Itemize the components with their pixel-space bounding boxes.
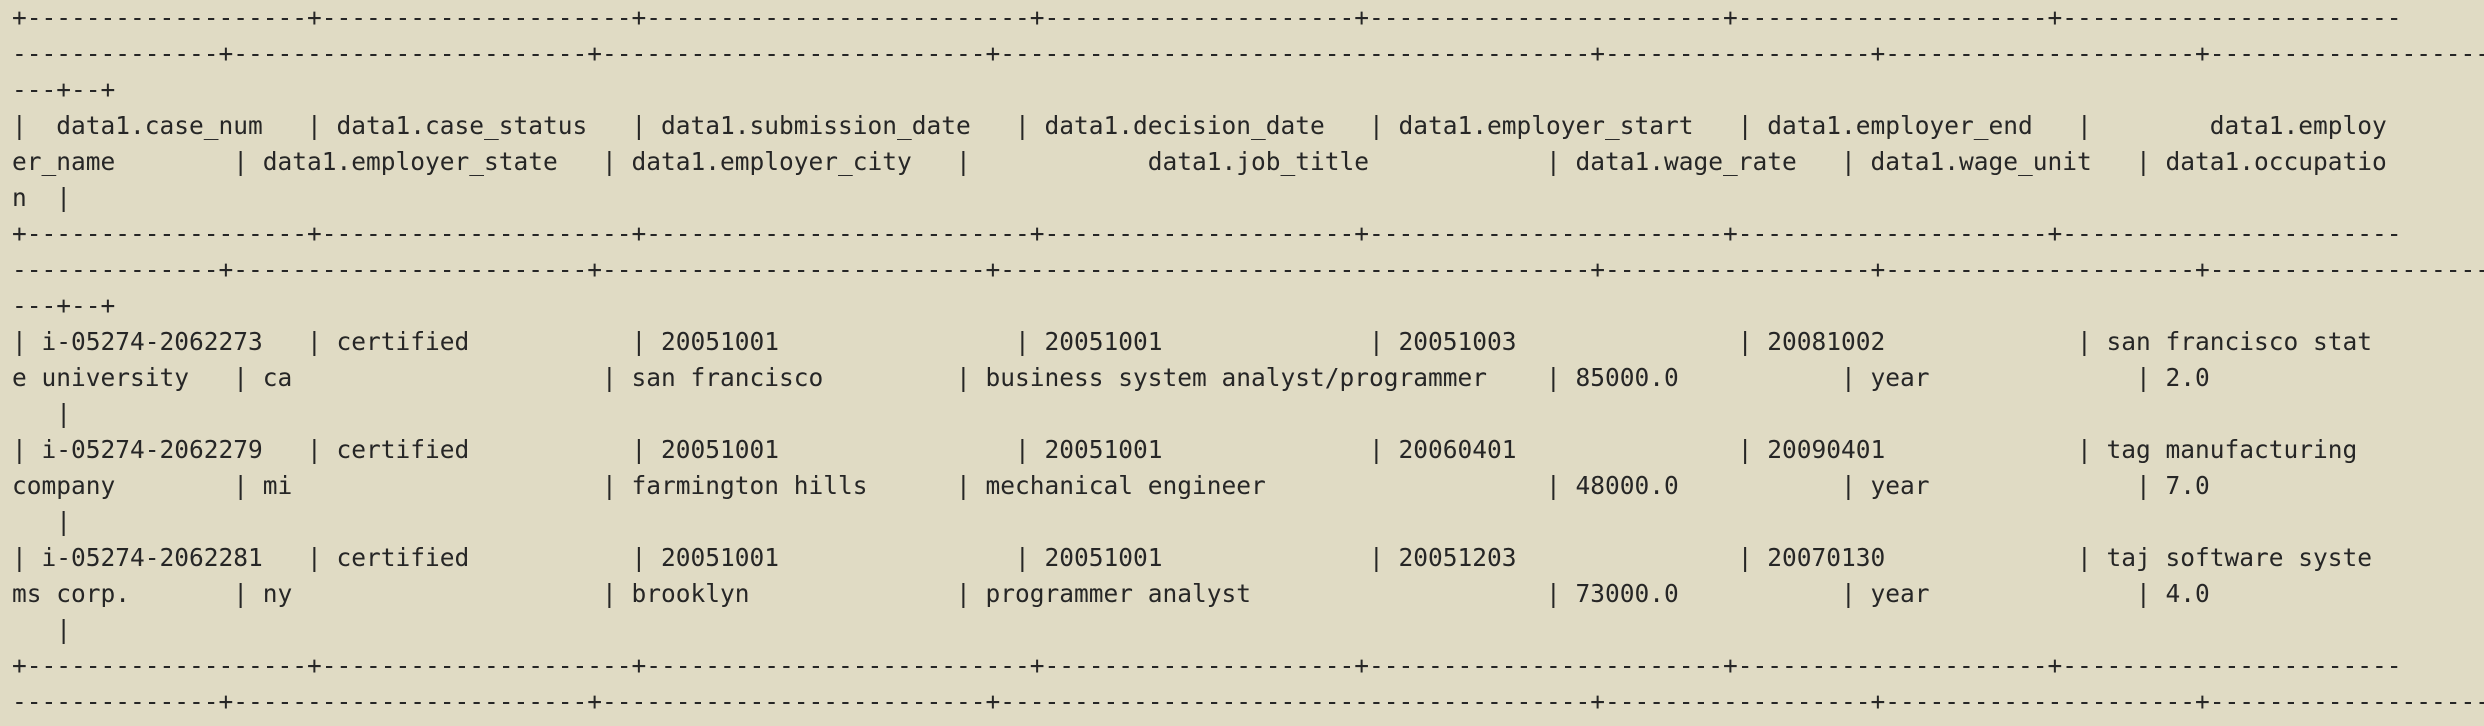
terminal-line: --------------+------------------------+… [12, 39, 2484, 68]
table-header-line: | data1.case_num | data1.case_status | d… [12, 111, 2387, 140]
table-row: | i-05274-2062281 | certified | 20051001… [12, 543, 2373, 572]
table-header-line: er_name | data1.employer_state | data1.e… [12, 147, 2387, 176]
table-row: ms corp. | ny | brooklyn | programmer an… [12, 579, 2210, 608]
table-row: | i-05274-2062279 | certified | 20051001… [12, 435, 2358, 464]
table-row: | i-05274-2062273 | certified | 20051001… [12, 327, 2373, 356]
terminal-window[interactable]: +-------------------+-------------------… [0, 0, 2484, 726]
table-header-line: n | [12, 183, 72, 212]
terminal-line: ---+--+ [12, 75, 116, 104]
terminal-line: +-------------------+-------------------… [12, 651, 2402, 680]
table-row: | [12, 507, 72, 536]
table-row: | [12, 615, 72, 644]
terminal-line: --------------+------------------------+… [12, 255, 2484, 284]
terminal-line: +-------------------+-------------------… [12, 219, 2402, 248]
terminal-output[interactable]: +-------------------+-------------------… [12, 0, 2484, 720]
table-row: e university | ca | san francisco | busi… [12, 363, 2210, 392]
terminal-line: +-------------------+-------------------… [12, 3, 2402, 32]
terminal-line: ---+--+ [12, 291, 116, 320]
terminal-line: --------------+------------------------+… [12, 687, 2484, 716]
table-row: company | mi | farmington hills | mechan… [12, 471, 2210, 500]
table-row: | [12, 399, 72, 428]
